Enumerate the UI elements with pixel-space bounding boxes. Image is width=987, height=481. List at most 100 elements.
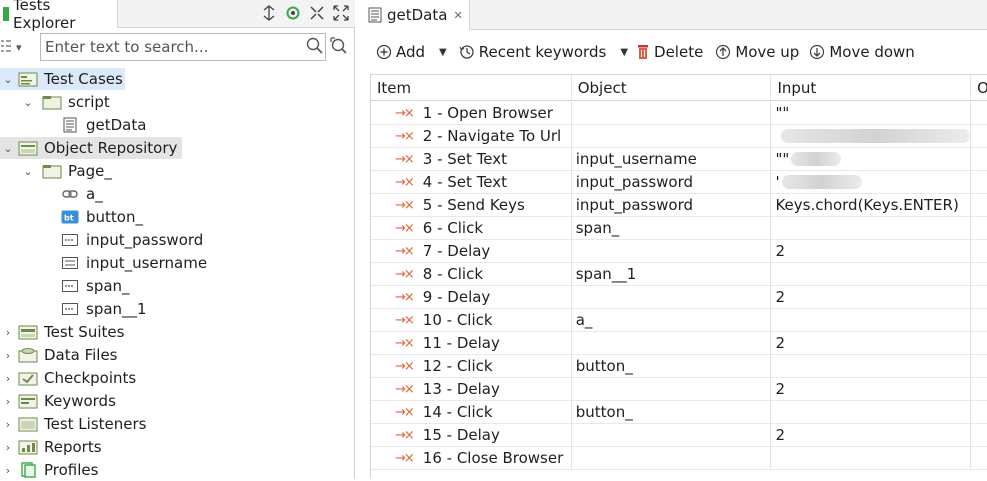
cell-output[interactable] xyxy=(971,125,987,148)
tree-item-keywords[interactable]: › Keywords xyxy=(0,390,116,412)
tree-item-span-1[interactable]: span__1 xyxy=(52,298,147,320)
cell-input[interactable]: 2 xyxy=(771,332,972,355)
tab-getdata[interactable]: getData ✕ xyxy=(360,0,470,30)
cell-object[interactable]: input_password xyxy=(571,171,772,194)
cell-object[interactable]: button_ xyxy=(571,401,772,424)
table-row[interactable]: →× 14 - Click button_ xyxy=(371,401,987,424)
cell-object[interactable] xyxy=(571,424,772,447)
cell-output[interactable] xyxy=(971,286,987,309)
cell-output[interactable] xyxy=(971,401,987,424)
table-row[interactable]: →× 9 - Delay 2 xyxy=(371,286,987,309)
column-header-item[interactable]: Item xyxy=(371,75,572,101)
cell-object[interactable]: input_username xyxy=(571,148,772,171)
cell-item[interactable]: →× 2 - Navigate To Url xyxy=(371,125,572,148)
cell-output[interactable] xyxy=(971,148,987,171)
cell-item[interactable]: →× 7 - Delay xyxy=(371,240,572,263)
table-row[interactable]: →× 3 - Set Text input_username "" xyxy=(371,148,987,171)
cell-output[interactable] xyxy=(971,332,987,355)
close-icon[interactable]: ✕ xyxy=(453,9,462,22)
cell-item[interactable]: →× 11 - Delay xyxy=(371,332,572,355)
chevron-right-icon[interactable]: › xyxy=(2,395,14,408)
tree-item-test-listeners[interactable]: › Test Listeners xyxy=(0,413,147,435)
tree-item-a[interactable]: a_ xyxy=(52,183,103,205)
tree-item-test-cases[interactable]: ⌄ Test Cases xyxy=(0,68,125,90)
tree-item-getdata[interactable]: getData xyxy=(52,114,146,136)
cell-item[interactable]: →× 10 - Click xyxy=(371,309,572,332)
tree-item-checkpoints[interactable]: › Checkpoints xyxy=(0,367,136,389)
cell-input[interactable]: Keys.chord(Keys.ENTER) xyxy=(771,194,972,217)
cell-item[interactable]: →× 15 - Delay xyxy=(371,424,572,447)
recent-keywords-dropdown-arrow-icon[interactable]: ▼ xyxy=(620,47,628,58)
add-dropdown-arrow-icon[interactable]: ▼ xyxy=(439,47,447,58)
chevron-down-icon[interactable]: ⌄ xyxy=(22,165,34,178)
move-up-button[interactable]: Move up xyxy=(711,39,803,65)
chevron-right-icon[interactable]: › xyxy=(2,326,14,339)
cell-input[interactable]: 2 xyxy=(771,424,972,447)
search-icon[interactable] xyxy=(306,37,324,55)
tree-item-data-files[interactable]: › Data Files xyxy=(0,344,118,366)
cell-item[interactable]: →× 12 - Click xyxy=(371,355,572,378)
cell-input[interactable]: 2 xyxy=(771,378,972,401)
table-row[interactable]: →× 16 - Close Browser xyxy=(371,447,987,470)
chevron-down-icon[interactable]: ⌄ xyxy=(2,73,14,86)
cell-output[interactable] xyxy=(971,447,987,470)
cell-item[interactable]: →× 14 - Click xyxy=(371,401,572,424)
tree-item-profiles[interactable]: › Profiles xyxy=(0,459,99,481)
chevron-down-icon[interactable]: ⌄ xyxy=(2,142,14,155)
cell-object[interactable] xyxy=(571,286,772,309)
tree-item-input-username[interactable]: input_username xyxy=(52,252,207,274)
tree-item-page[interactable]: ⌄ Page_ xyxy=(22,160,111,182)
cell-item[interactable]: →× 13 - Delay xyxy=(371,378,572,401)
cell-output[interactable] xyxy=(971,378,987,401)
cell-item[interactable]: →× 9 - Delay xyxy=(371,286,572,309)
table-row[interactable]: →× 11 - Delay 2 xyxy=(371,332,987,355)
table-row[interactable]: →× 5 - Send Keys input_password Keys.chord(… xyxy=(371,194,987,217)
table-row[interactable]: →× 2 - Navigate To Url xyxy=(371,125,987,148)
add-button[interactable]: Add xyxy=(372,39,429,65)
table-row[interactable]: →× 13 - Delay 2 xyxy=(371,378,987,401)
cell-input[interactable] xyxy=(771,263,972,286)
cell-object[interactable] xyxy=(571,378,772,401)
recent-keywords-button[interactable]: Recent keywords xyxy=(455,39,611,65)
cell-input[interactable]: 2 xyxy=(771,286,972,309)
cell-output[interactable] xyxy=(971,240,987,263)
table-row[interactable]: →× 8 - Click span__1 xyxy=(371,263,987,286)
cell-item[interactable]: →× 4 - Set Text xyxy=(371,171,572,194)
filter-dropdown[interactable]: ▾ xyxy=(0,36,38,58)
cell-input[interactable]: ' xyxy=(771,171,972,194)
table-row[interactable]: →× 7 - Delay 2 xyxy=(371,240,987,263)
cell-item[interactable]: →× 3 - Set Text xyxy=(371,148,572,171)
tree-item-script[interactable]: ⌄ script xyxy=(22,91,109,113)
cell-input[interactable] xyxy=(771,355,972,378)
cell-object[interactable]: a_ xyxy=(571,309,772,332)
cell-object[interactable] xyxy=(571,240,772,263)
chevron-right-icon[interactable]: › xyxy=(2,464,14,477)
chevron-right-icon[interactable]: › xyxy=(2,441,14,454)
cell-input[interactable]: 2 xyxy=(771,240,972,263)
collapse-all-icon[interactable] xyxy=(307,3,327,23)
advanced-search-icon[interactable] xyxy=(330,37,348,55)
cell-input[interactable] xyxy=(771,447,972,470)
link-editor-icon[interactable] xyxy=(259,3,279,23)
chevron-down-icon[interactable]: ⌄ xyxy=(22,96,34,109)
cell-output[interactable] xyxy=(971,217,987,240)
cell-item[interactable]: →× 1 - Open Browser xyxy=(371,102,572,125)
table-row[interactable]: →× 6 - Click span_ xyxy=(371,217,987,240)
cell-input[interactable] xyxy=(771,217,972,240)
delete-button[interactable]: Delete xyxy=(632,39,707,65)
tree-item-reports[interactable]: › Reports xyxy=(0,436,102,458)
table-row[interactable]: →× 4 - Set Text input_password ' xyxy=(371,171,987,194)
chevron-right-icon[interactable]: › xyxy=(2,418,14,431)
cell-item[interactable]: →× 6 - Click xyxy=(371,217,572,240)
table-row[interactable]: →× 15 - Delay 2 xyxy=(371,424,987,447)
tree-item-input-password[interactable]: input_password xyxy=(52,229,203,251)
chevron-right-icon[interactable]: › xyxy=(2,372,14,385)
search-input[interactable] xyxy=(40,33,326,61)
column-header-output[interactable]: O xyxy=(971,75,987,101)
explorer-tab[interactable]: Tests Explorer xyxy=(0,0,118,32)
cell-object[interactable]: span_ xyxy=(571,217,772,240)
cell-input[interactable]: "" xyxy=(771,102,972,125)
cell-object[interactable]: input_password xyxy=(571,194,772,217)
column-header-object[interactable]: Object xyxy=(571,75,772,101)
cell-object[interactable] xyxy=(571,447,772,470)
